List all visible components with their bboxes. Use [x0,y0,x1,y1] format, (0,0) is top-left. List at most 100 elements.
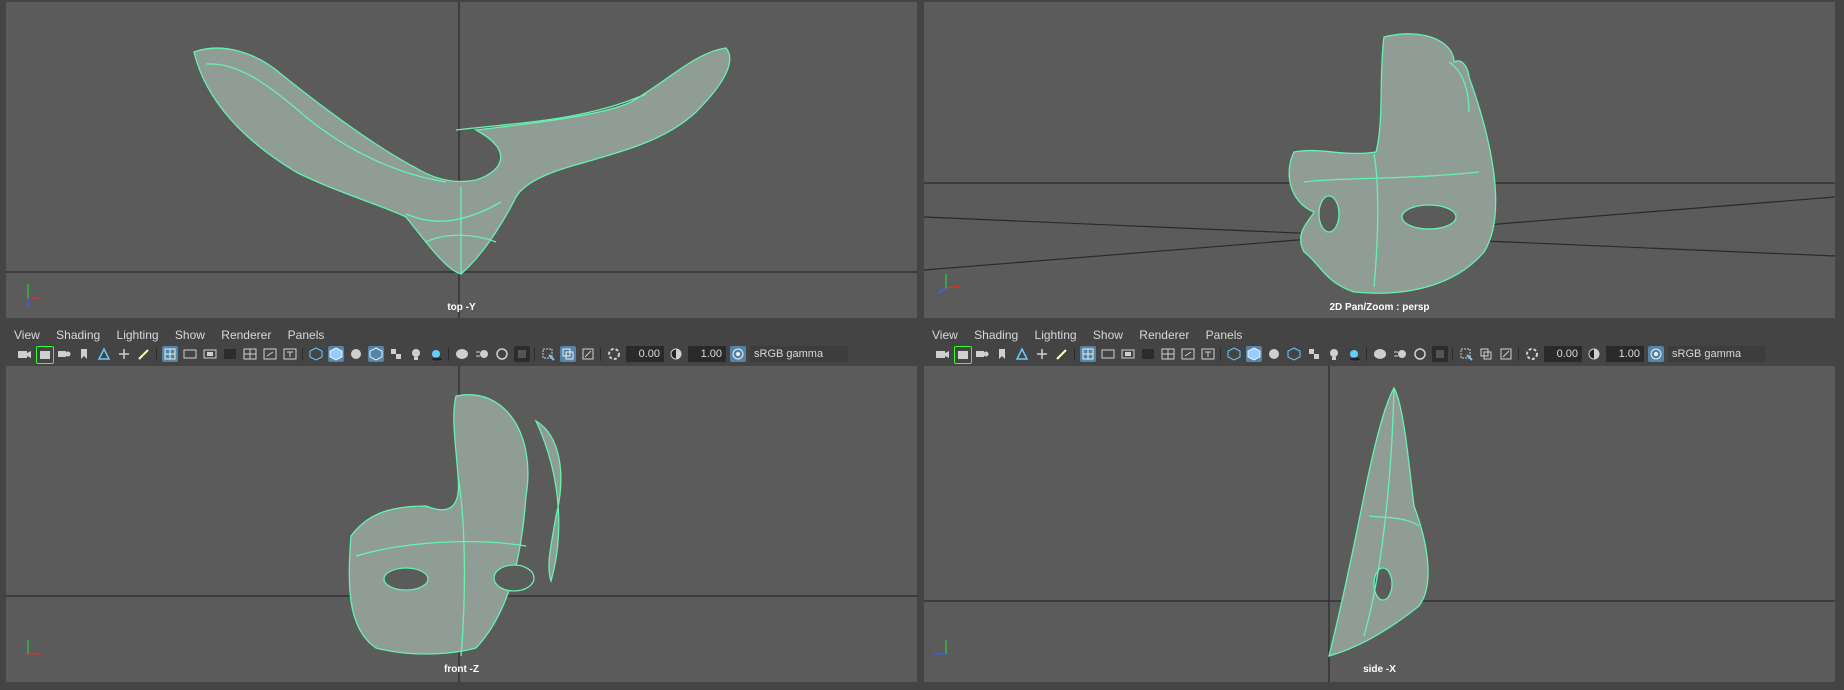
use-all-lights-icon[interactable] [1326,346,1342,362]
camera-attributes-icon[interactable] [36,346,54,364]
2d-pan-zoom-icon[interactable] [1034,346,1050,362]
gamma-icon[interactable] [668,346,684,362]
field-chart-icon[interactable] [1160,346,1176,362]
safe-action-icon[interactable] [1180,346,1196,362]
film-gate-icon[interactable] [182,346,198,362]
toolbar-separator [534,348,535,361]
camera-select-icon[interactable] [934,346,950,362]
camera-select-icon[interactable] [16,346,32,362]
xray-icon[interactable] [1478,346,1494,362]
field-chart-icon[interactable] [242,346,258,362]
gate-mask-icon[interactable] [222,346,238,362]
bookmark-camera-icon[interactable] [56,346,72,362]
depth-of-field-icon[interactable] [1432,346,1448,362]
smooth-shade-icon[interactable] [1246,346,1262,362]
wireframe-icon[interactable] [308,346,324,362]
side-view-canvas [924,366,1835,682]
wireframe-icon[interactable] [1226,346,1242,362]
wireframe-on-shaded-icon[interactable] [368,346,384,362]
grease-pencil-icon[interactable] [136,346,152,362]
gamma-field[interactable]: 1.00 [1606,346,1644,362]
anti-aliasing-icon[interactable] [1412,346,1428,362]
menu-show[interactable]: Show [1093,326,1123,344]
use-all-lights-icon[interactable] [408,346,424,362]
bookmark-icon[interactable] [76,346,92,362]
color-space-select[interactable]: sRGB gamma [750,346,848,362]
use-default-material-icon[interactable] [1266,346,1282,362]
grease-pencil-icon[interactable] [1054,346,1070,362]
safe-title-icon[interactable] [282,346,298,362]
menu-view[interactable]: View [14,326,40,344]
screen-space-ao-icon[interactable] [1372,346,1388,362]
shadows-icon[interactable] [1346,346,1362,362]
menu-panels[interactable]: Panels [1206,326,1243,344]
viewport-persp[interactable]: 2D Pan/Zoom : persp [924,2,1835,318]
front-view-canvas [6,366,917,682]
color-space-select[interactable]: sRGB gamma [1668,346,1766,362]
menu-shading[interactable]: Shading [974,326,1018,344]
safe-action-icon[interactable] [262,346,278,362]
exposure-icon[interactable] [1524,346,1540,362]
motion-blur-icon[interactable] [474,346,490,362]
toolbar-separator [156,348,157,361]
menu-show[interactable]: Show [175,326,205,344]
panel-menu-bar-right: View Shading Lighting Show Renderer Pane… [932,326,1255,344]
gamma-field[interactable]: 1.00 [688,346,726,362]
grid-icon[interactable] [162,346,178,362]
isolate-select-icon[interactable] [1458,346,1474,362]
axis-gizmo-side [934,640,947,655]
viewport-side[interactable]: side -X [924,366,1835,682]
textured-icon[interactable] [388,346,404,362]
anti-aliasing-icon[interactable] [494,346,510,362]
shadows-icon[interactable] [428,346,444,362]
menu-lighting[interactable]: Lighting [117,326,159,344]
film-gate-icon[interactable] [1100,346,1116,362]
menu-renderer[interactable]: Renderer [221,326,271,344]
motion-blur-icon[interactable] [1392,346,1408,362]
toolbar-separator [1366,348,1367,361]
xray-joints-icon[interactable] [1498,346,1514,362]
2d-pan-zoom-icon[interactable] [116,346,132,362]
persp-view-canvas [924,33,1835,294]
smooth-shade-icon[interactable] [328,346,344,362]
image-plane-icon[interactable] [1014,346,1030,362]
menu-lighting[interactable]: Lighting [1035,326,1077,344]
exposure-field[interactable]: 0.00 [626,346,664,362]
viewport-top[interactable]: top -Y [6,2,917,318]
color-management-icon[interactable] [1648,346,1664,362]
exposure-field[interactable]: 0.00 [1544,346,1582,362]
toolbar-separator [1452,348,1453,361]
use-default-material-icon[interactable] [348,346,364,362]
panel-toolbar-right: 0.00 1.00 sRGB gamma [926,344,1836,366]
camera-label-side: side -X [1363,664,1396,675]
depth-of-field-icon[interactable] [514,346,530,362]
toolbar-separator [302,348,303,361]
menu-view[interactable]: View [932,326,958,344]
mask-mesh-side [1328,386,1429,657]
safe-title-icon[interactable] [1200,346,1216,362]
textured-icon[interactable] [1306,346,1322,362]
menu-shading[interactable]: Shading [56,326,100,344]
menu-renderer[interactable]: Renderer [1139,326,1189,344]
viewport-front[interactable]: front -Z [6,366,917,682]
exposure-icon[interactable] [606,346,622,362]
gate-mask-icon[interactable] [1140,346,1156,362]
isolate-select-icon[interactable] [540,346,556,362]
mask-mesh-top [193,47,731,275]
menu-panels[interactable]: Panels [288,326,325,344]
xray-joints-icon[interactable] [580,346,596,362]
gamma-icon[interactable] [1586,346,1602,362]
mask-mesh-front [348,394,562,657]
bookmark-icon[interactable] [994,346,1010,362]
wireframe-on-shaded-icon[interactable] [1286,346,1302,362]
axis-gizmo-front [27,640,41,655]
resolution-gate-icon[interactable] [1120,346,1136,362]
color-management-icon[interactable] [730,346,746,362]
screen-space-ao-icon[interactable] [454,346,470,362]
grid-icon[interactable] [1080,346,1096,362]
xray-icon[interactable] [560,346,576,362]
camera-attributes-icon[interactable] [954,346,972,364]
resolution-gate-icon[interactable] [202,346,218,362]
image-plane-icon[interactable] [96,346,112,362]
bookmark-camera-icon[interactable] [974,346,990,362]
